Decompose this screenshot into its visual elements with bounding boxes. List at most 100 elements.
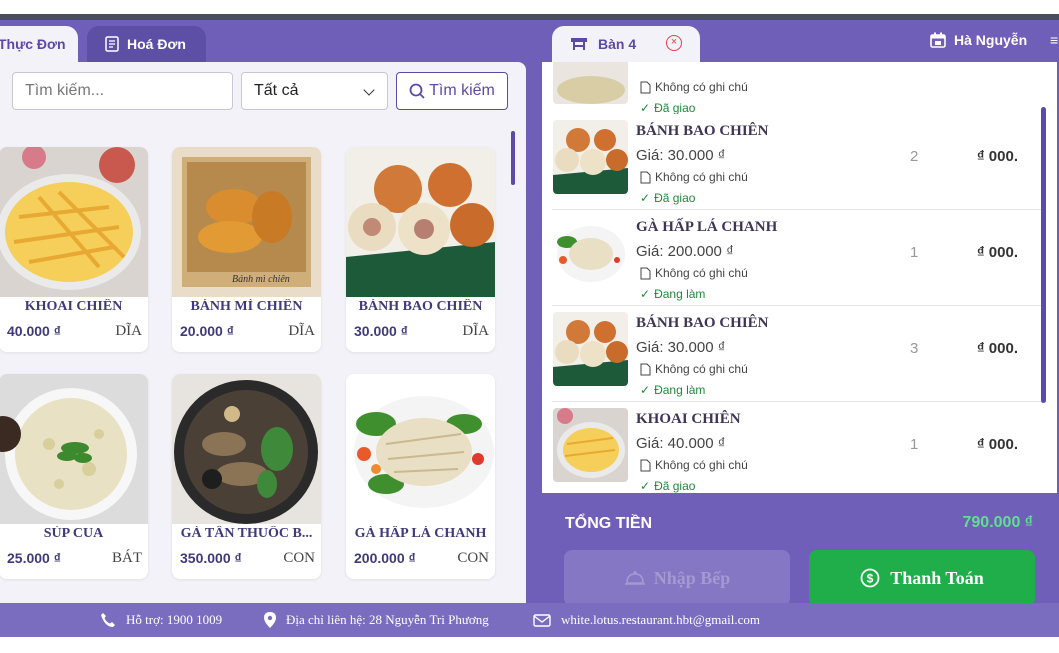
food-image: Bánh mì chiên xyxy=(172,147,321,297)
check-icon: ✓ xyxy=(640,191,651,205)
category-select[interactable]: Tất cả xyxy=(241,72,388,110)
tab-table-label: Bàn 4 xyxy=(598,36,637,52)
total-label: TỔNG TIỀN xyxy=(565,515,653,532)
close-icon[interactable]: × xyxy=(666,35,682,51)
menu-panel: Tìm kiếm... Tất cả Tìm kiếm KHOAI CHIÊN … xyxy=(0,62,526,603)
order-item-name: BÁNH BAO CHIÊN xyxy=(636,315,769,331)
order-quantity[interactable]: 1 xyxy=(910,244,918,261)
menu-card-unit: DĨA xyxy=(115,323,142,339)
order-status-text: Đã giao xyxy=(654,101,696,115)
food-image xyxy=(346,374,495,524)
menu-card[interactable]: GÀ TẦN THUỐC B... 350.000 ₫ CON xyxy=(172,374,321,579)
order-item[interactable]: Không có ghi chú ✓ Đã giao xyxy=(552,62,1043,120)
location-pin-icon xyxy=(264,612,276,628)
order-status: ✓ Đang làm xyxy=(640,287,705,301)
address-info: Địa chỉ liên hệ: 28 Nguyễn Tri Phương xyxy=(264,612,489,628)
file-icon xyxy=(640,363,651,375)
calendar-icon xyxy=(930,32,946,48)
menu-card[interactable]: SÚP CUA 25.000 ₫ BÁT xyxy=(0,374,148,579)
order-item-price: Giá: 30.000 ₫ xyxy=(636,147,726,164)
receipt-icon xyxy=(105,36,119,52)
total-value: 790.000 ₫ xyxy=(962,514,1034,531)
order-item-price: Giá: 30.000 ₫ xyxy=(636,339,726,356)
hamburger-icon[interactable]: ≡ xyxy=(1050,32,1058,48)
menu-card[interactable]: KHOAI CHIÊN 40.000 ₫ DĨA xyxy=(0,147,148,352)
order-item-name: GÀ HẤP LÁ CHANH xyxy=(636,219,778,235)
file-icon xyxy=(640,267,651,279)
order-note: Không có ghi chú xyxy=(640,80,748,94)
order-status-text: Đang làm xyxy=(654,287,706,301)
order-quantity[interactable]: 1 xyxy=(910,436,918,453)
checkout-label: Thanh Toán xyxy=(890,567,984,588)
order-note-text: Không có ghi chú xyxy=(655,170,748,184)
order-status: ✓ Đã giao xyxy=(640,101,695,115)
dollar-icon: $ xyxy=(860,568,880,588)
menu-card-price: 30.000 ₫ xyxy=(354,323,408,339)
menu-scrollbar[interactable] xyxy=(511,131,515,185)
support-info: Hỗ trợ: 1900 1009 xyxy=(100,612,222,628)
bell-icon xyxy=(624,571,645,585)
file-icon xyxy=(640,171,651,183)
table-icon xyxy=(571,38,587,50)
tab-menu[interactable]: Thực Đơn xyxy=(0,26,78,62)
order-panel: Không có ghi chú ✓ Đã giao BÁNH BAO CHIÊN… xyxy=(542,62,1057,493)
order-status-text: Đã giao xyxy=(654,191,696,205)
order-note-text: Không có ghi chú xyxy=(655,266,748,280)
check-icon: ✓ xyxy=(640,479,651,493)
check-icon: ✓ xyxy=(640,287,651,301)
order-total: .000 ₫ xyxy=(976,340,1018,357)
file-icon xyxy=(640,459,651,471)
search-button[interactable]: Tìm kiếm xyxy=(396,72,508,110)
food-image xyxy=(0,374,148,524)
address-text: Địa chỉ liên hệ: 28 Nguyễn Tri Phương xyxy=(286,612,489,627)
menu-card-price: 350.000 ₫ xyxy=(180,550,242,566)
menu-card[interactable]: BÁNH BAO CHIÊN 30.000 ₫ DĨA xyxy=(346,147,495,352)
svg-text:$: $ xyxy=(867,572,874,586)
envelope-icon xyxy=(533,613,551,627)
tab-invoice-label: Hoá Đơn xyxy=(127,36,186,52)
order-note-text: Không có ghi chú xyxy=(655,80,748,94)
support-text: Hỗ trợ: 1900 1009 xyxy=(126,612,223,627)
menu-card-name: BÁNH MÌ CHIÊN xyxy=(190,299,303,314)
user-menu[interactable]: Hà Nguyễn xyxy=(930,32,1027,48)
menu-card[interactable]: Bánh mì chiên BÁNH MÌ CHIÊN 20.000 ₫ DĨA xyxy=(172,147,321,352)
menu-card-unit: CON xyxy=(283,550,315,566)
tab-invoice[interactable]: Hoá Đơn xyxy=(87,26,206,62)
footer: Hỗ trợ: 1900 1009 Địa chỉ liên hệ: 28 Ng… xyxy=(0,603,1059,637)
category-select-value: Tất cả xyxy=(254,82,299,99)
email-info[interactable]: white.lotus.restaurant.hbt@gmail.com xyxy=(533,612,760,628)
phone-icon xyxy=(101,613,115,627)
search-input[interactable]: Tìm kiếm... xyxy=(12,72,233,110)
menu-card-unit: BÁT xyxy=(112,550,142,566)
menu-card-name: KHOAI CHIÊN xyxy=(24,299,123,314)
send-to-kitchen-button[interactable]: Nhập Bếp xyxy=(564,550,790,606)
food-thumbnail xyxy=(553,120,628,194)
menu-card[interactable]: GÀ HẤP LÁ CHANH 200.000 ₫ CON xyxy=(346,374,495,579)
order-item-price: Giá: 200.000 ₫ xyxy=(636,243,734,260)
order-summary: TỔNG TIỀN 790.000 ₫ Nhập Bếp $ Thanh Toá… xyxy=(542,493,1057,606)
order-item[interactable]: BÁNH BAO CHIÊN Giá: 30.000 ₫ Không có gh… xyxy=(552,114,1043,210)
menu-card-unit: CON xyxy=(457,550,489,566)
order-status-text: Đang làm xyxy=(654,383,706,397)
menu-card-price: 25.000 ₫ xyxy=(7,550,61,566)
menu-card-price: 40.000 ₫ xyxy=(7,323,61,339)
order-item[interactable]: GÀ HẤP LÁ CHANH Giá: 200.000 ₫ Không có … xyxy=(552,210,1043,306)
order-status: ✓ Đã giao xyxy=(640,191,695,205)
order-item-name: KHOAI CHIÊN xyxy=(636,411,741,427)
email-text: white.lotus.restaurant.hbt@gmail.com xyxy=(561,612,760,627)
order-item[interactable]: BÁNH BAO CHIÊN Giá: 30.000 ₫ Không có gh… xyxy=(552,306,1043,402)
order-quantity[interactable]: 2 xyxy=(910,148,918,165)
food-image xyxy=(0,147,148,297)
menu-card-unit: DĨA xyxy=(462,323,489,339)
menu-card-price: 200.000 ₫ xyxy=(354,550,416,566)
order-note: Không có ghi chú xyxy=(640,266,748,280)
food-image xyxy=(172,374,321,524)
order-scrollbar[interactable] xyxy=(1041,107,1046,403)
search-button-label: Tìm kiếm xyxy=(429,82,495,99)
svg-text:Bánh mì chiên: Bánh mì chiên xyxy=(232,274,290,285)
order-item[interactable]: KHOAI CHIÊN Giá: 40.000 ₫ Không có ghi c… xyxy=(552,402,1043,493)
checkout-button[interactable]: $ Thanh Toán xyxy=(809,550,1035,606)
order-quantity[interactable]: 3 xyxy=(910,340,918,357)
tab-table-4[interactable]: Bàn 4 × xyxy=(552,26,700,62)
order-status-text: Đã giao xyxy=(654,479,696,493)
